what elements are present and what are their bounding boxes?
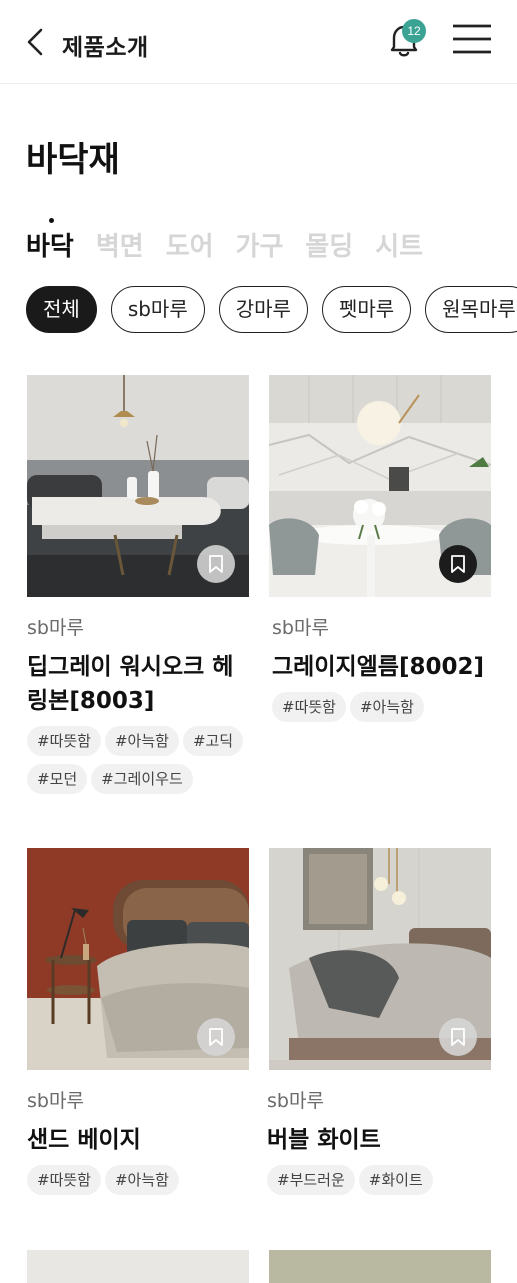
- product-tags: #부드러운 #화이트: [267, 1165, 491, 1203]
- product-image-partial[interactable]: [269, 1250, 491, 1283]
- tag[interactable]: #부드러운: [267, 1165, 355, 1195]
- tag[interactable]: #따뜻함: [27, 726, 101, 756]
- active-tab-dot: [49, 218, 54, 223]
- product-image[interactable]: [269, 848, 491, 1070]
- product-image[interactable]: [27, 375, 249, 597]
- product-name: 그레이지엘름[8002]: [272, 654, 484, 680]
- tab-molding[interactable]: 몰딩: [305, 226, 353, 263]
- product-category: sb마루: [27, 1090, 84, 1112]
- product-card[interactable]: sb마루 그레이지엘름[8002] #따뜻함 #아늑함: [269, 375, 491, 730]
- page-title: 바닥재: [26, 140, 120, 180]
- tab-sheet[interactable]: 시트: [375, 226, 423, 263]
- tag[interactable]: #아늑함: [349, 692, 424, 722]
- product-image[interactable]: [269, 375, 491, 597]
- tag[interactable]: #그레이우드: [91, 764, 193, 794]
- bookmark-icon: [209, 1028, 223, 1046]
- tag[interactable]: #고딕: [182, 726, 244, 756]
- product-image-partial[interactable]: [27, 1250, 249, 1283]
- tab-label: 바닥: [26, 232, 74, 262]
- product-image[interactable]: [27, 848, 249, 1070]
- bookmark-button[interactable]: [439, 1018, 477, 1056]
- product-name: 버블 화이트: [267, 1127, 381, 1153]
- product-tags: #따뜻함 #아늑함: [272, 692, 491, 730]
- bookmark-button[interactable]: [439, 545, 477, 583]
- tag[interactable]: #아늑함: [104, 1165, 179, 1195]
- chevron-left-icon[interactable]: [24, 26, 48, 58]
- header-title: 제품소개: [62, 35, 149, 61]
- tab-door[interactable]: 도어: [166, 226, 214, 263]
- bookmark-icon: [451, 1028, 465, 1046]
- product-category: sb마루: [27, 617, 84, 639]
- product-name: 샌드 베이지: [27, 1127, 141, 1153]
- product-card[interactable]: sb마루 샌드 베이지 #따뜻함 #아늑함: [27, 848, 249, 1203]
- tag[interactable]: #따뜻함: [27, 1165, 101, 1195]
- tab-furniture[interactable]: 가구: [236, 226, 284, 263]
- top-app-bar: 제품소개 12: [0, 0, 517, 84]
- chip-kang-maru[interactable]: 강마루: [218, 286, 308, 333]
- tab-floor[interactable]: 바닥: [26, 218, 74, 263]
- tag[interactable]: #아늑함: [104, 726, 179, 756]
- tag[interactable]: #따뜻함: [272, 692, 346, 722]
- product-name: 딥그레이 워시오크 헤링본[8003]: [27, 654, 234, 714]
- hamburger-menu-icon[interactable]: [452, 22, 492, 56]
- chip-pet-maru[interactable]: 펫마루: [321, 286, 412, 333]
- tag[interactable]: #화이트: [358, 1165, 433, 1195]
- tag[interactable]: #모던: [27, 764, 88, 794]
- category-tabs: 바닥 벽면 도어 가구 몰딩 시트: [26, 218, 445, 266]
- product-card[interactable]: sb마루 버블 화이트 #부드러운 #화이트: [267, 848, 491, 1203]
- product-tags: #따뜻함 #아늑함: [27, 1165, 249, 1203]
- chip-wonmok-maru[interactable]: 원목마루: [425, 286, 517, 333]
- bookmark-button[interactable]: [197, 545, 235, 583]
- notification-badge: 12: [402, 19, 426, 43]
- product-tags: #따뜻함 #아늑함 #고딕 #모던 #그레이우드: [27, 726, 249, 802]
- product-category: sb마루: [272, 617, 329, 639]
- bookmark-icon: [451, 555, 465, 573]
- tab-wall[interactable]: 벽면: [96, 226, 144, 263]
- bookmark-icon: [209, 555, 223, 573]
- filter-chips: 전체 sb마루 강마루 펫마루 원목마루: [26, 286, 517, 334]
- product-card[interactable]: sb마루 딥그레이 워시오크 헤링본[8003] #따뜻함 #아늑함 #고딕 #모던 #…: [27, 375, 249, 802]
- chip-all[interactable]: 전체: [26, 286, 97, 333]
- product-category: sb마루: [267, 1090, 324, 1112]
- chip-sb-maru[interactable]: sb마루: [110, 286, 205, 333]
- bookmark-button[interactable]: [197, 1018, 235, 1056]
